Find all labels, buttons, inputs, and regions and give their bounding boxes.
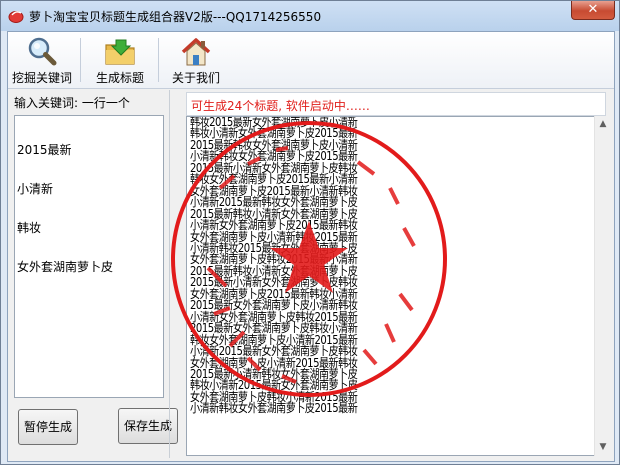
- keyword-line: 韩妆: [17, 221, 42, 235]
- scroll-down-icon[interactable]: ▼: [595, 439, 611, 456]
- title-bar[interactable]: 萝卜淘宝宝贝标题生成组合器V2版---QQ1714256550 ✕: [1, 1, 619, 31]
- mine-keywords-label: 挖掘关键词: [11, 71, 72, 85]
- results-list: 韩妆2015最新女外套湖南萝卜皮小清新 韩妆小清新女外套湖南萝卜皮2015最新 20…: [190, 117, 358, 416]
- toolbar-separator: [158, 38, 159, 82]
- app-logo-icon: [8, 11, 24, 23]
- status-message: 可生成24个标题, 软件启动中……: [191, 99, 370, 113]
- panel-splitter[interactable]: [169, 90, 170, 458]
- keyword-line: 小清新: [17, 182, 54, 196]
- folder-arrow-icon: [105, 39, 135, 65]
- results-textarea[interactable]: 韩妆2015最新女外套湖南萝卜皮小清新 韩妆小清新女外套湖南萝卜皮2015最新 20…: [186, 116, 594, 456]
- magnifier-icon: [28, 37, 57, 66]
- client-area: 挖掘关键词 生成标题 关于我们 输入关键词: 一行一个 2015最新 小清新 韩…: [7, 31, 615, 462]
- close-button[interactable]: ✕: [571, 1, 615, 20]
- keyword-input-label: 输入关键词: 一行一个: [14, 96, 130, 110]
- result-line: 小清新韩妆女外套湖南萝卜皮2015最新: [190, 401, 358, 416]
- keyword-line: 2015最新: [17, 143, 72, 157]
- generate-titles-button[interactable]: 生成标题: [88, 34, 152, 86]
- home-icon: [181, 38, 211, 66]
- about-us-label: 关于我们: [171, 71, 220, 85]
- status-bar: 可生成24个标题, 软件启动中……: [186, 92, 606, 116]
- keyword-line: 女外套湖南萝卜皮: [17, 260, 114, 274]
- scroll-up-icon[interactable]: ▲: [595, 116, 611, 133]
- mine-keywords-button[interactable]: 挖掘关键词: [10, 34, 74, 86]
- keyword-input-area[interactable]: 2015最新 小清新 韩妆 女外套湖南萝卜皮: [14, 115, 164, 398]
- about-us-button[interactable]: 关于我们: [164, 34, 228, 86]
- pause-generation-button[interactable]: 暂停生成: [18, 409, 78, 445]
- window-title: 萝卜淘宝宝贝标题生成组合器V2版---QQ1714256550: [29, 10, 322, 24]
- generate-titles-label: 生成标题: [95, 71, 144, 85]
- toolbar-separator: [80, 38, 81, 82]
- toolbar: 挖掘关键词 生成标题 关于我们: [8, 32, 614, 89]
- app-window: 萝卜淘宝宝贝标题生成组合器V2版---QQ1714256550 ✕ 挖掘关键词: [0, 0, 620, 465]
- results-scrollbar[interactable]: ▲ ▼: [594, 116, 611, 456]
